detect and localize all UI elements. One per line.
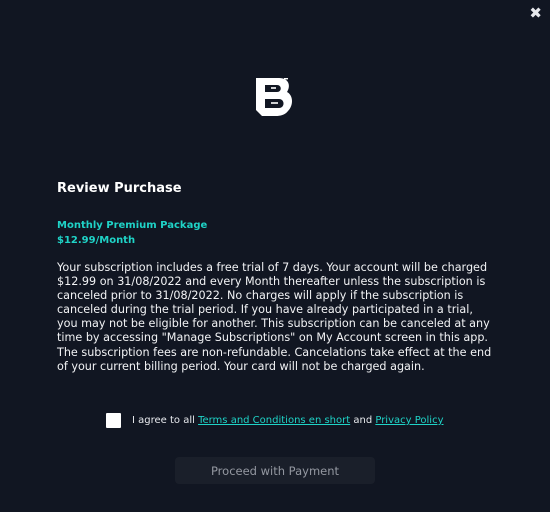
- package-name: Monthly Premium Package: [57, 220, 208, 231]
- page-title: Review Purchase: [57, 181, 182, 196]
- brand-logo-icon: [256, 78, 293, 116]
- package-price: $12.99/Month: [57, 235, 136, 246]
- agreement-row: I agree to all Terms and Conditions en s…: [106, 413, 444, 428]
- proceed-payment-button[interactable]: Proceed with Payment: [175, 457, 375, 484]
- agreement-prefix: I agree to all: [132, 415, 199, 426]
- subscription-terms-text: Your subscription includes a free trial …: [57, 261, 492, 373]
- privacy-link[interactable]: Privacy Policy: [375, 415, 443, 426]
- close-icon[interactable]: ✖: [529, 5, 542, 21]
- terms-link[interactable]: Terms and Conditions en short: [198, 415, 350, 426]
- agree-checkbox[interactable]: [106, 413, 121, 428]
- agreement-connector: and: [350, 415, 376, 426]
